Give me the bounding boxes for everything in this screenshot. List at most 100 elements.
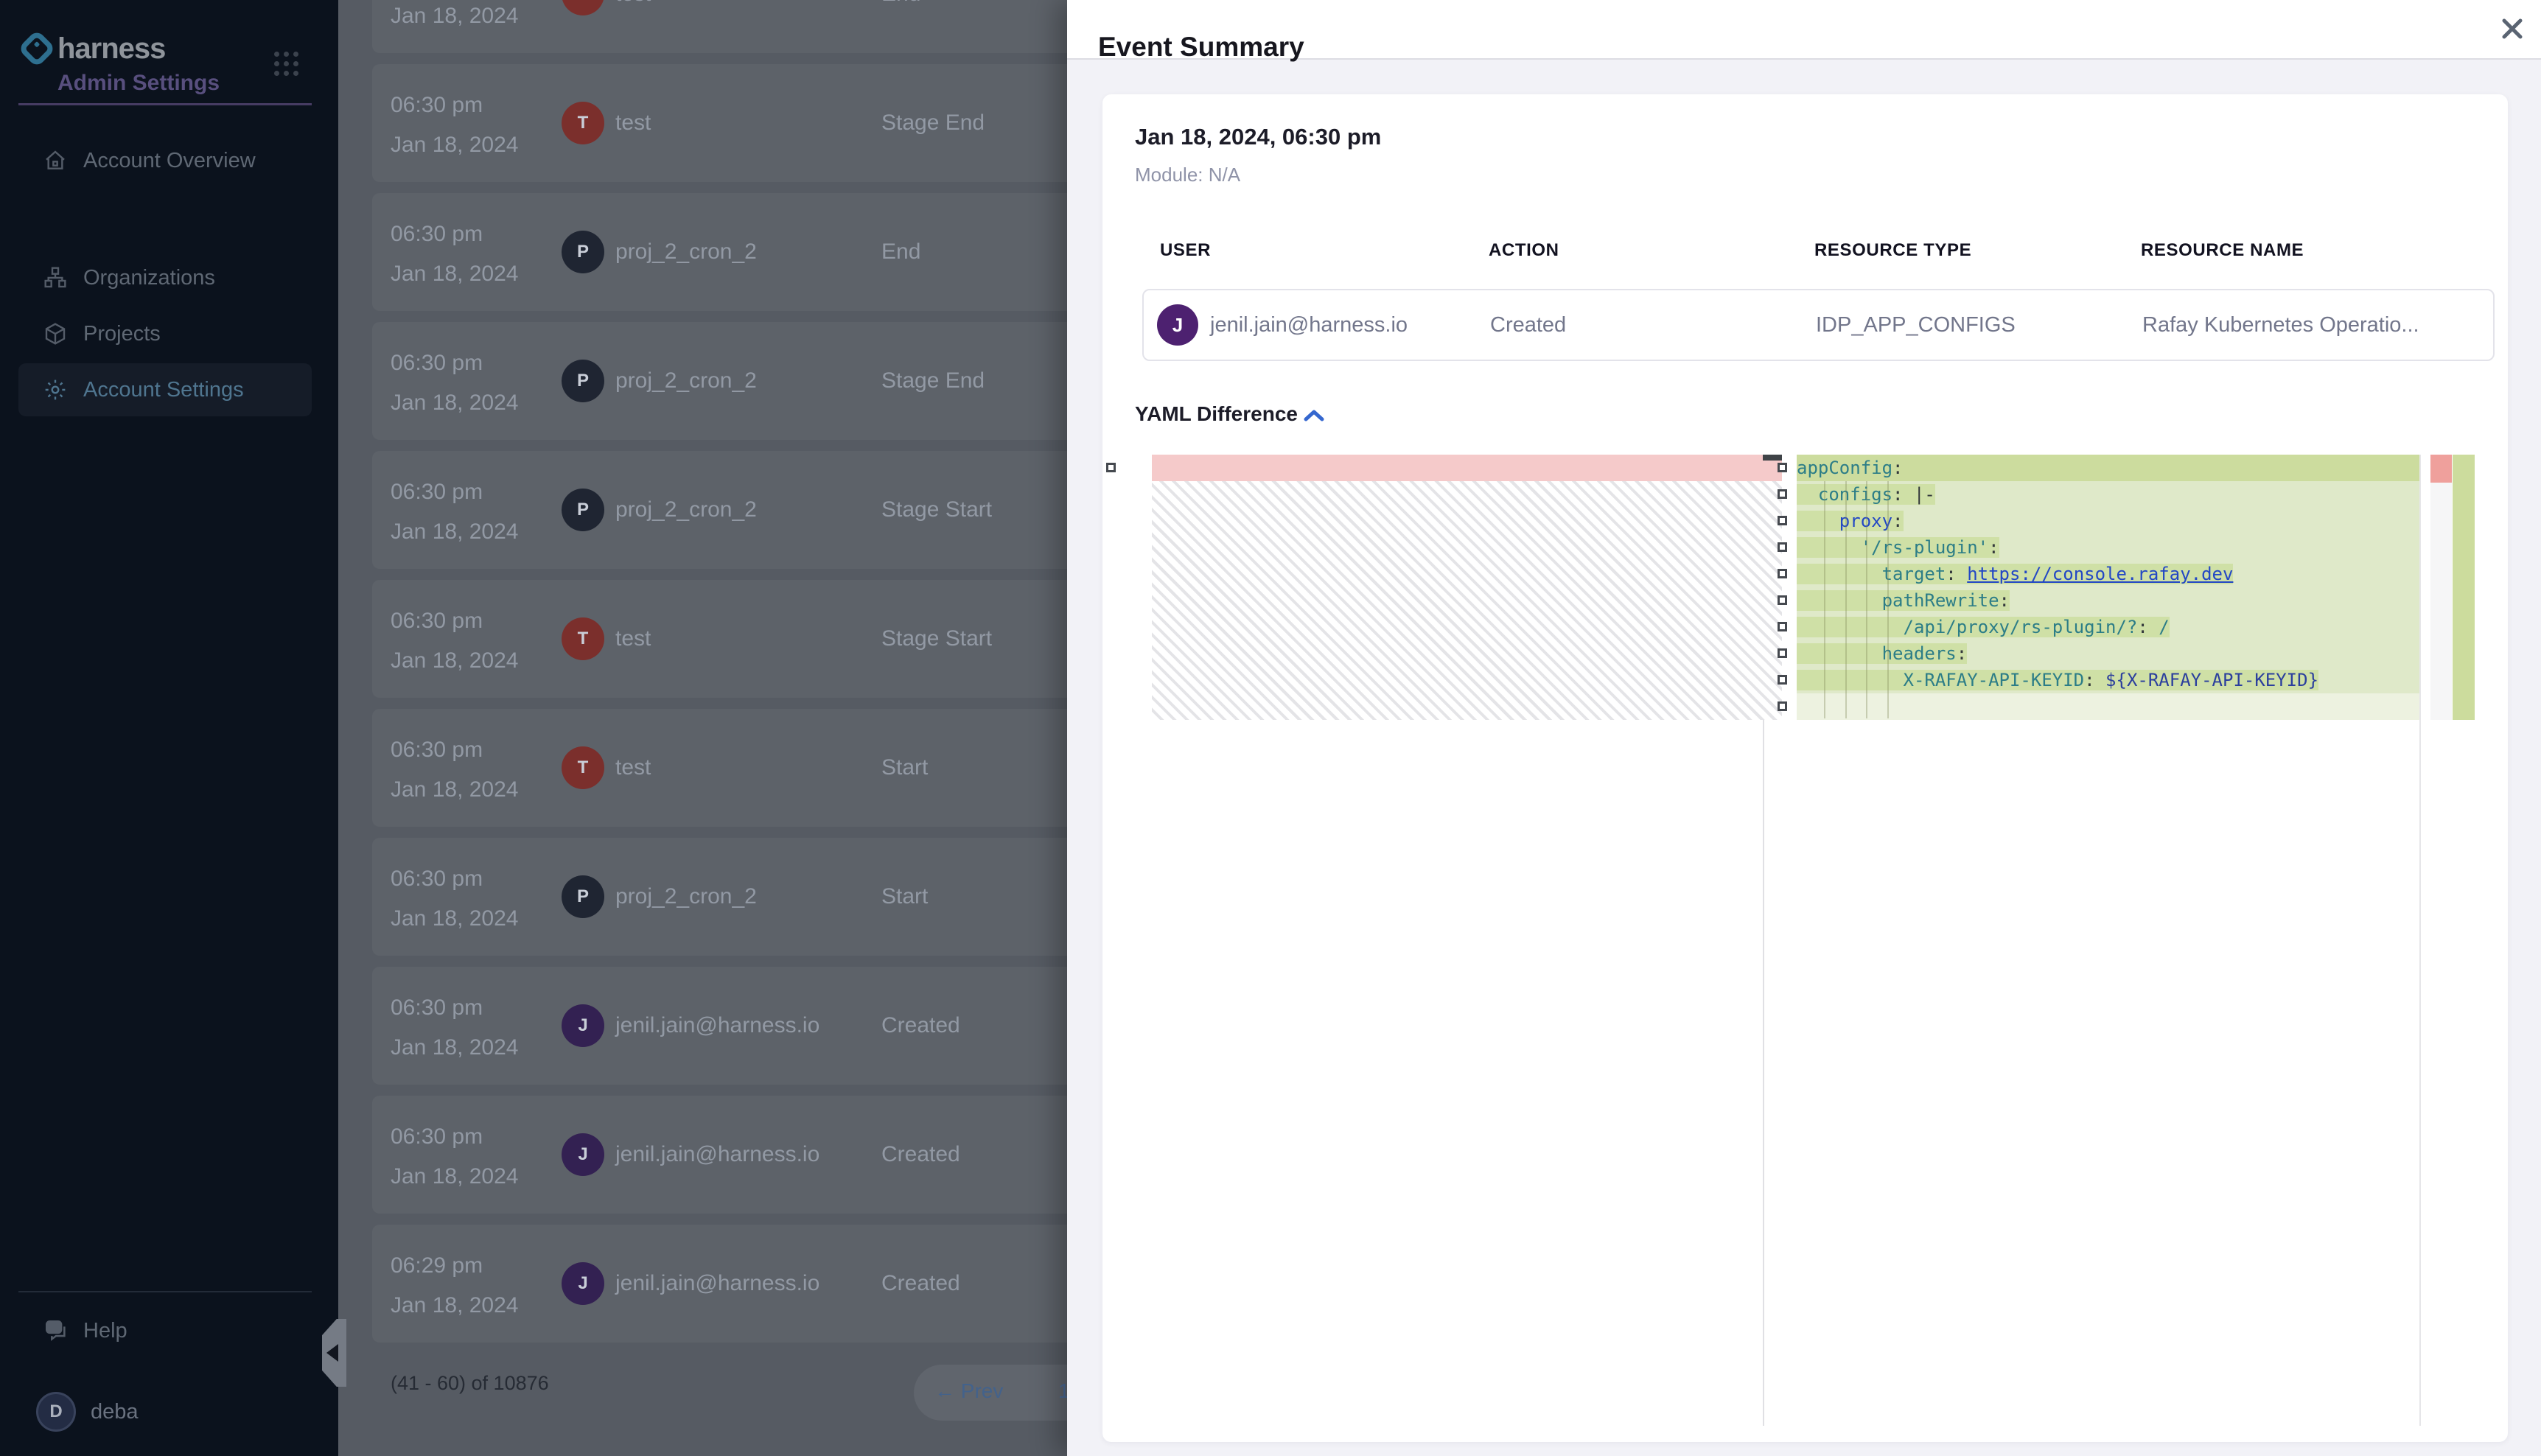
diff-overview-ruler-added (2453, 455, 2475, 720)
audit-log-list-dimmed: Jan 18, 2024 Ttest End 06:30 pm Jan 18, 2024… (338, 0, 1067, 1456)
row-user: test (615, 626, 651, 652)
help-label: Help (83, 1319, 127, 1343)
row-avatar: J (562, 1133, 604, 1176)
audit-row[interactable]: Jan 18, 2024TtestEnd (372, 0, 1109, 53)
row-avatar: T (562, 746, 604, 789)
row-user: jenil.jain@harness.io (615, 1012, 819, 1039)
row-time: 06:30 pm (391, 995, 483, 1021)
diff-added-line: '/rs-plugin': (1797, 534, 2419, 561)
row-time: 06:30 pm (391, 92, 483, 119)
row-avatar: J (562, 1004, 604, 1047)
diff-added-line: pathRewrite: (1797, 587, 2419, 614)
audit-row[interactable]: 06:30 pmJan 18, 2024TtestStart (372, 709, 1109, 827)
left-arrow-icon: ← (934, 1379, 955, 1402)
cell-action: Created (1490, 312, 1566, 338)
audit-row[interactable]: 06:30 pmJan 18, 2024Pproj_2_cron_2Stage … (372, 451, 1109, 569)
sidebar-item-organizations[interactable]: Organizations (18, 251, 312, 304)
audit-row[interactable]: 06:30 pmJan 18, 2024Jjenil.jain@harness.… (372, 1096, 1109, 1214)
row-avatar: P (562, 231, 604, 273)
audit-row[interactable]: 06:29 pmJan 18, 2024Jjenil.jain@harness.… (372, 1225, 1109, 1343)
row-action: Stage Start (881, 626, 992, 652)
prev-page-button[interactable]: ← Prev (934, 1379, 1003, 1403)
row-user: jenil.jain@harness.io (615, 1141, 819, 1168)
diff-added-line: configs: |- (1797, 481, 2419, 508)
row-time: 06:30 pm (391, 221, 483, 248)
help-button[interactable]: ? Help (18, 1306, 312, 1356)
user-avatar: J (1157, 304, 1198, 346)
row-time: 06:29 pm (391, 1253, 483, 1279)
row-user: jenil.jain@harness.io (615, 1270, 819, 1297)
row-date: Jan 18, 2024 (391, 1035, 518, 1061)
row-user: proj_2_cron_2 (615, 883, 757, 910)
event-datetime: Jan 18, 2024, 06:30 pm (1135, 124, 1381, 150)
row-user: test (615, 110, 651, 136)
row-user: proj_2_cron_2 (615, 239, 757, 265)
audit-row[interactable]: 06:30 pmJan 18, 2024Pproj_2_cron_2End (372, 193, 1109, 311)
row-date: Jan 18, 2024 (391, 261, 518, 287)
sidebar-item-projects[interactable]: Projects (18, 307, 312, 360)
indent-guide (1866, 481, 1867, 718)
row-date: Jan 18, 2024 (391, 390, 518, 416)
org-chart-icon (43, 266, 67, 290)
yaml-difference-label: YAML Difference (1135, 402, 1298, 426)
indent-guide (1887, 481, 1889, 718)
pagination-range-text: (41 - 60) of 10876 (391, 1372, 549, 1395)
audit-row[interactable]: 06:30 pmJan 18, 2024Pproj_2_cron_2Start (372, 838, 1109, 956)
col-header-action: ACTION (1489, 240, 1559, 261)
sidebar-bottom-divider (18, 1291, 312, 1292)
cell-user: jenil.jain@harness.io (1210, 312, 1408, 338)
sidebar-item-label: Account Settings (83, 378, 244, 402)
chevron-up-icon[interactable] (1301, 407, 1327, 424)
row-action: End (881, 0, 920, 7)
diff-line-marker (1106, 463, 1116, 472)
user-avatar: D (36, 1392, 76, 1432)
audit-row[interactable]: 06:30 pmJan 18, 2024Pproj_2_cron_2Stage … (372, 322, 1109, 440)
row-date: Jan 18, 2024 (391, 648, 518, 674)
audit-row[interactable]: 06:30 pmJan 18, 2024TtestStage End (372, 64, 1109, 182)
row-action: Created (881, 1012, 960, 1039)
harness-logo[interactable]: harness (21, 31, 315, 69)
diff-line-marker (1778, 542, 1787, 552)
row-time: 06:30 pm (391, 479, 483, 505)
row-action: Stage End (881, 368, 985, 394)
diff-empty-region (1152, 481, 1782, 720)
cell-resource-name: Rafay Kubernetes Operatio... (2142, 312, 2419, 338)
row-date: Jan 18, 2024 (391, 132, 518, 158)
close-icon[interactable] (2494, 10, 2531, 47)
diff-added-line: headers: (1797, 640, 2419, 667)
user-menu[interactable]: D deba (18, 1387, 312, 1437)
sidebar-item-account-overview[interactable]: Account Overview (18, 134, 312, 187)
help-chat-icon: ? (43, 1318, 69, 1343)
module-grid-icon[interactable] (274, 52, 299, 77)
gear-icon (43, 378, 67, 402)
row-action: Start (881, 883, 928, 910)
row-date: Jan 18, 2024 (391, 3, 518, 29)
diff-left-ruler-marker (1763, 455, 1782, 461)
event-module: Module: N/A (1135, 164, 1240, 186)
row-avatar: T (562, 102, 604, 144)
indent-guide (1845, 481, 1847, 718)
cube-icon (43, 322, 67, 346)
diff-line-marker (1778, 622, 1787, 631)
sidebar-divider (18, 103, 312, 105)
diff-line-marker (1778, 569, 1787, 578)
row-user: proj_2_cron_2 (615, 368, 757, 394)
audit-row[interactable]: 06:30 pmJan 18, 2024TtestStage Start (372, 580, 1109, 698)
cell-resource-type: IDP_APP_CONFIGS (1816, 312, 2016, 338)
diff-line-marker (1778, 463, 1787, 472)
diff-scrollbar-track[interactable] (2430, 455, 2452, 720)
drawer-header: Event Summary (1067, 0, 2541, 60)
collapse-arrow-icon (326, 1344, 338, 1362)
row-date: Jan 18, 2024 (391, 519, 518, 545)
audit-row[interactable]: 06:30 pm Jan 18, 2024 Jjenil.jain@harness.… (372, 967, 1109, 1085)
event-summary-card: Jan 18, 2024, 06:30 pm Module: N/A USER … (1102, 94, 2508, 1442)
diff-line-marker (1778, 701, 1787, 711)
drawer-title: Event Summary (1098, 32, 1304, 63)
indent-guide (1824, 481, 1825, 718)
col-header-resource-type: RESOURCE TYPE (1814, 240, 1971, 261)
diff-added-line: appConfig: (1797, 455, 2419, 481)
sidebar-item-account-settings[interactable]: Account Settings (18, 363, 312, 416)
diff-line-marker (1778, 675, 1787, 685)
diff-line-marker (1778, 595, 1787, 605)
event-table-row: J jenil.jain@harness.io Created IDP_APP_… (1142, 289, 2495, 361)
